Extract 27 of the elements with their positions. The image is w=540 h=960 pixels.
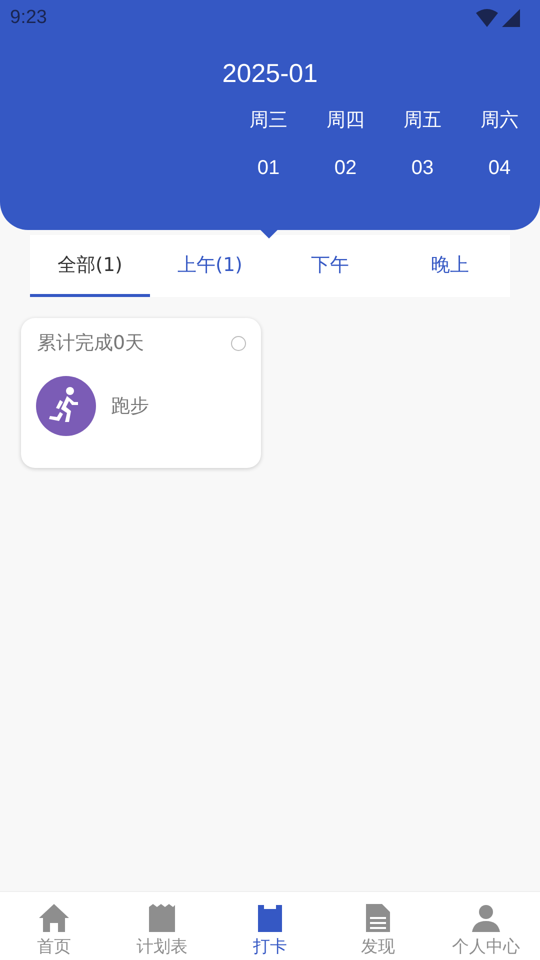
habit-summary: 累计完成0天 [37, 331, 144, 356]
nav-item[interactable]: 发现 [324, 892, 432, 960]
filter-tab[interactable]: 上午(1) [150, 235, 270, 297]
status-time: 9:23 [10, 7, 47, 29]
filter-tab[interactable]: 晚上 [390, 235, 510, 297]
signal-icon [502, 9, 520, 27]
day-item[interactable]: 周五 03 [384, 107, 461, 180]
clipboard-icon [255, 903, 285, 933]
nav-item[interactable]: 个人中心 [432, 892, 540, 960]
running-icon [36, 376, 96, 436]
wifi-icon [476, 9, 498, 27]
check-radio[interactable] [231, 336, 246, 350]
habit-card[interactable]: 累计完成0天 跑步 [21, 318, 261, 468]
habit-name: 跑步 [111, 394, 149, 419]
notepad-icon [147, 903, 177, 933]
person-icon [471, 903, 501, 933]
document-icon [364, 903, 392, 933]
month-title: 2025-01 [221, 57, 319, 90]
home-icon [38, 903, 70, 933]
day-item[interactable]: 周四 02 [307, 107, 384, 180]
nav-item[interactable]: 首页 [0, 892, 108, 960]
filter-tab[interactable]: 下午 [270, 235, 390, 297]
nav-item[interactable]: 计划表 [108, 892, 216, 960]
filter-tab[interactable]: 全部(1) [30, 235, 150, 297]
day-item[interactable]: 周六 04 [461, 107, 538, 180]
nav-item[interactable]: 打卡 [216, 892, 324, 960]
day-item[interactable]: 周三 01 [230, 107, 307, 180]
